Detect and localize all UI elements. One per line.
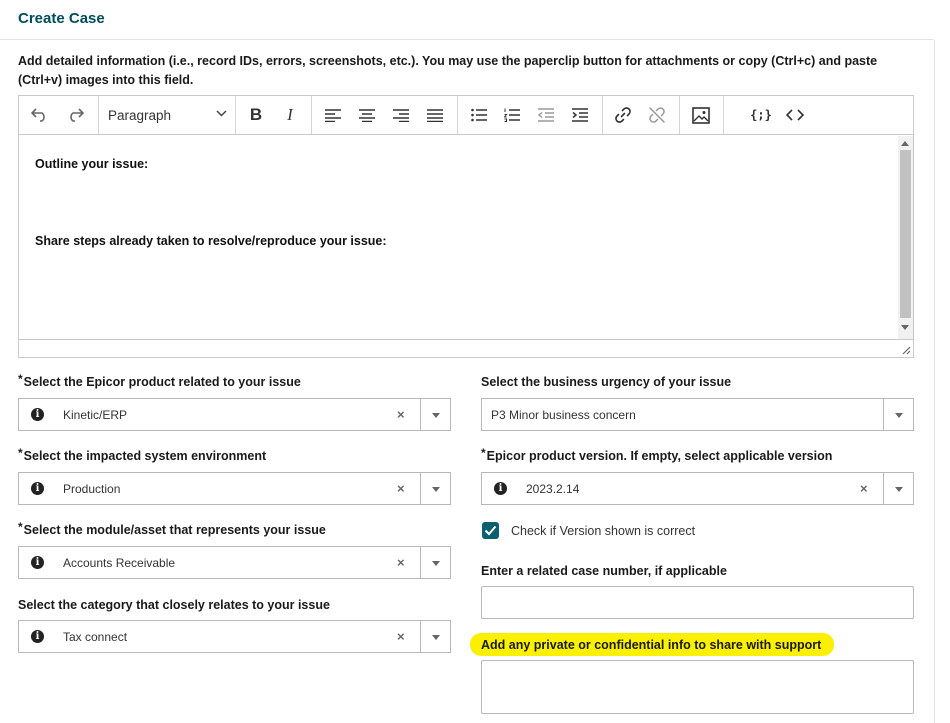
- scroll-up-icon[interactable]: [901, 141, 909, 146]
- page-title: Create Case: [18, 10, 105, 27]
- environment-value: Production: [63, 482, 121, 496]
- info-icon: i: [31, 482, 44, 495]
- italic-icon[interactable]: I: [278, 104, 302, 126]
- version-correct-checkbox[interactable]: [482, 522, 499, 539]
- bold-icon[interactable]: B: [244, 104, 268, 126]
- paragraph-style-value: Paragraph: [108, 107, 172, 123]
- paragraph-style-select[interactable]: Paragraph: [99, 96, 235, 134]
- category-select[interactable]: i Tax connect ×: [18, 620, 451, 653]
- urgency-value: P3 Minor business concern: [491, 408, 636, 422]
- redo-icon[interactable]: [63, 104, 87, 126]
- undo-icon[interactable]: [28, 104, 52, 126]
- editor-line-steps: Share steps already taken to resolve/rep…: [35, 234, 387, 248]
- align-center-icon[interactable]: [355, 104, 379, 126]
- chevron-down-icon[interactable]: [895, 487, 903, 492]
- module-select[interactable]: i Accounts Receivable ×: [18, 546, 451, 579]
- clear-icon[interactable]: ×: [397, 555, 405, 570]
- product-label: *Select the Epicor product related to yo…: [18, 372, 301, 389]
- chevron-down-icon[interactable]: [432, 561, 440, 566]
- environment-label: *Select the impacted system environment: [18, 446, 267, 463]
- numbered-list-icon[interactable]: [500, 104, 524, 126]
- checkmark-icon: [484, 525, 497, 536]
- unlink-icon[interactable]: [645, 104, 669, 126]
- environment-select[interactable]: i Production ×: [18, 472, 451, 505]
- version-select[interactable]: i 2023.2.14 ×: [481, 472, 914, 505]
- clear-icon[interactable]: ×: [397, 629, 405, 644]
- editor-line-outline: Outline your issue:: [35, 157, 149, 171]
- product-value: Kinetic/ERP: [63, 408, 128, 422]
- module-label: *Select the module/asset that represents…: [18, 520, 326, 537]
- toolbar-separator: [723, 96, 724, 134]
- page-header: Create Case: [0, 0, 934, 40]
- bullet-list-icon[interactable]: [467, 104, 491, 126]
- panel-border: [934, 40, 935, 723]
- editor-statusbar: [19, 339, 913, 357]
- align-right-icon[interactable]: [389, 104, 413, 126]
- toolbar-separator: [602, 96, 603, 134]
- version-value: 2023.2.14: [526, 482, 580, 496]
- scroll-down-icon[interactable]: [901, 325, 909, 330]
- editor-toolbar: Paragraph B I {;}: [19, 96, 913, 135]
- category-value: Tax connect: [63, 630, 128, 644]
- indent-icon[interactable]: [568, 104, 592, 126]
- private-info-label: Add any private or confidential info to …: [481, 638, 822, 652]
- link-icon[interactable]: [611, 104, 635, 126]
- chevron-down-icon[interactable]: [432, 413, 440, 418]
- description-text: Add detailed information (i.e., record I…: [18, 54, 878, 87]
- editor-scrollbar[interactable]: [898, 136, 913, 339]
- align-justify-icon[interactable]: [423, 104, 447, 126]
- code-sample-icon[interactable]: {;}: [749, 104, 773, 126]
- editor-content[interactable]: Outline your issue: Share steps already …: [19, 136, 897, 339]
- info-icon: i: [31, 408, 44, 421]
- related-case-input[interactable]: [481, 586, 914, 619]
- align-left-icon[interactable]: [321, 104, 345, 126]
- version-label: *Epicor product version. If empty, selec…: [481, 446, 833, 463]
- chevron-down-icon[interactable]: [895, 413, 903, 418]
- product-select[interactable]: i Kinetic/ERP ×: [18, 398, 451, 431]
- clear-icon[interactable]: ×: [397, 481, 405, 496]
- toolbar-separator: [679, 96, 680, 134]
- toolbar-separator: [311, 96, 312, 134]
- chevron-down-icon[interactable]: [432, 635, 440, 640]
- private-info-textarea[interactable]: [481, 660, 914, 714]
- related-case-label: Enter a related case number, if applicab…: [481, 564, 727, 578]
- outdent-icon[interactable]: [534, 104, 558, 126]
- image-icon[interactable]: [689, 104, 713, 126]
- chevron-down-icon: [216, 110, 227, 117]
- info-icon: i: [31, 630, 44, 643]
- source-code-icon[interactable]: [783, 104, 807, 126]
- toolbar-separator: [457, 96, 458, 134]
- rich-text-editor: Paragraph B I {;} Outline your issue: Sh…: [18, 95, 914, 358]
- resize-grip-icon[interactable]: [902, 346, 911, 355]
- clear-icon[interactable]: ×: [397, 407, 405, 422]
- urgency-select[interactable]: P3 Minor business concern: [481, 398, 914, 431]
- urgency-label: Select the business urgency of your issu…: [481, 375, 732, 389]
- chevron-down-icon[interactable]: [432, 487, 440, 492]
- scrollbar-thumb[interactable]: [900, 150, 911, 318]
- info-icon: i: [494, 482, 507, 495]
- info-icon: i: [31, 556, 44, 569]
- version-correct-label: Check if Version shown is correct: [511, 524, 696, 538]
- toolbar-separator: [235, 96, 236, 134]
- module-value: Accounts Receivable: [63, 556, 176, 570]
- clear-icon[interactable]: ×: [860, 481, 868, 496]
- category-label: Select the category that closely relates…: [18, 598, 330, 612]
